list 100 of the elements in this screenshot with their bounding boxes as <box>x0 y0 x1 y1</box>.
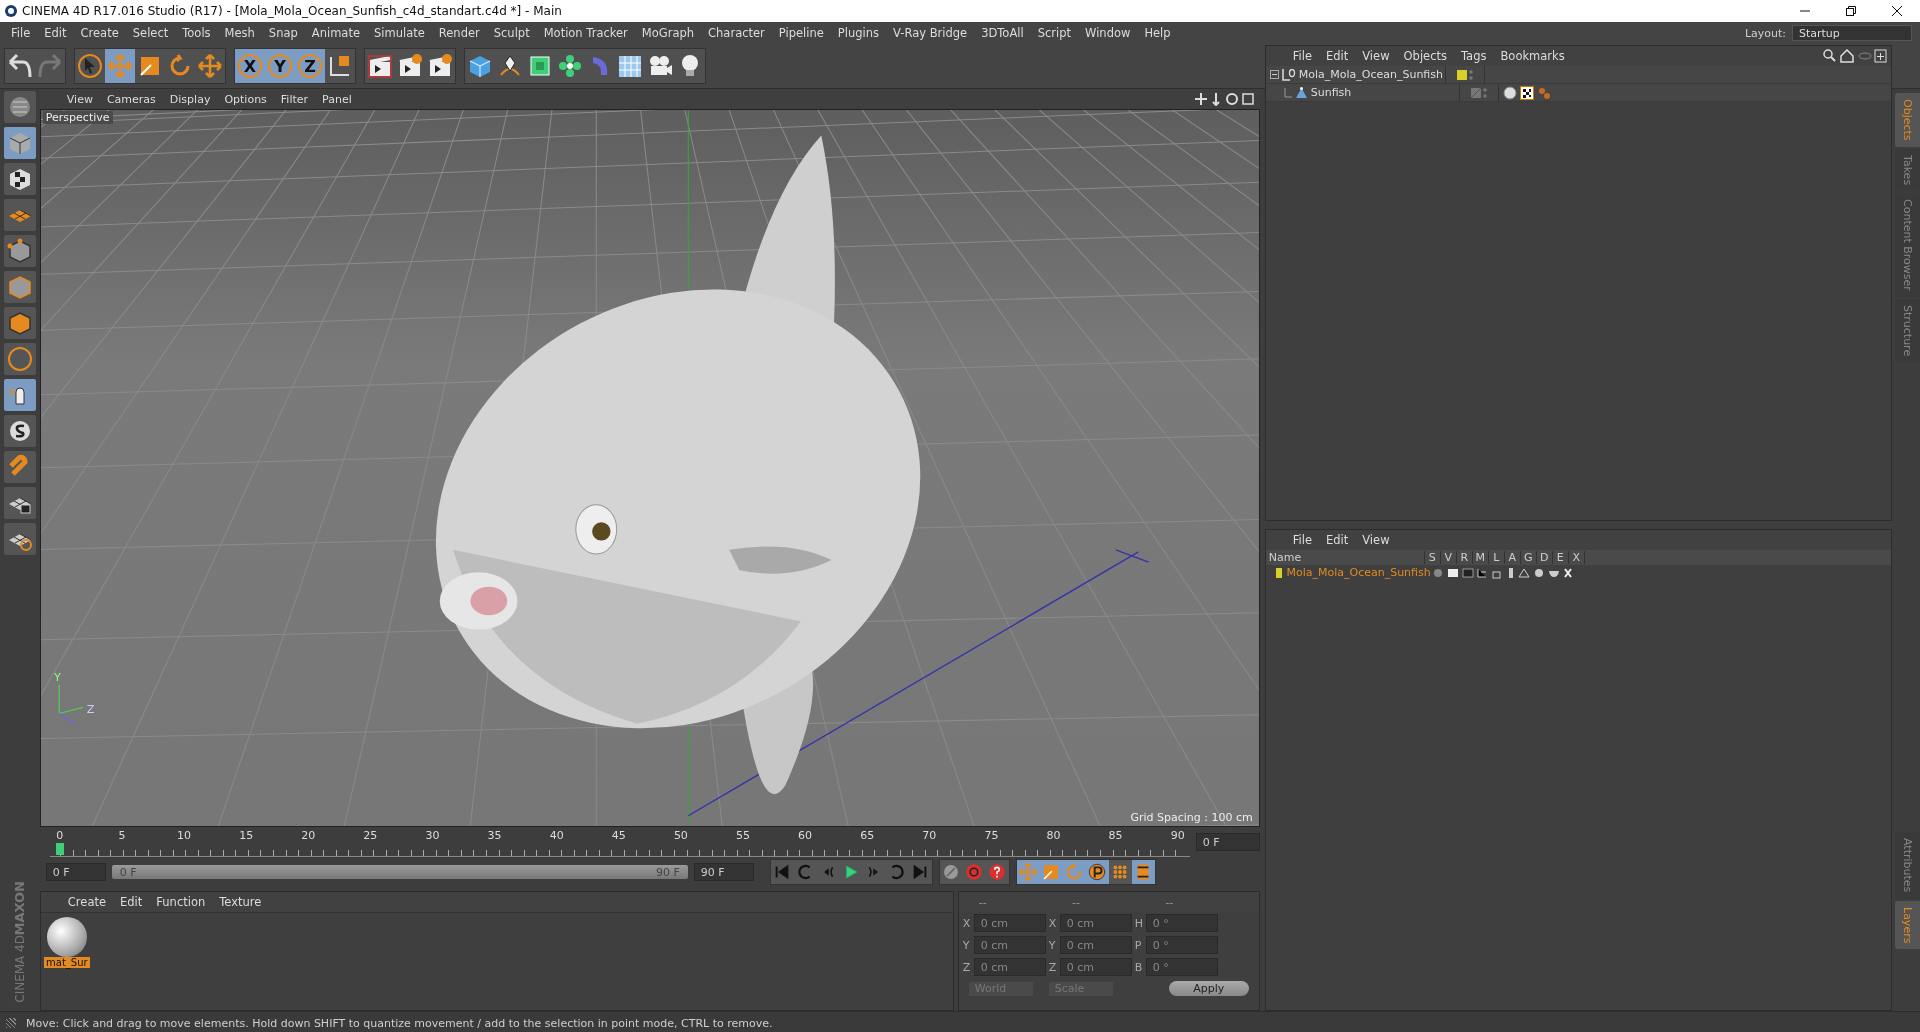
menu-item[interactable]: Snap <box>261 26 305 40</box>
coordinate-header: -- <box>1072 895 1081 909</box>
dots-tag-icon[interactable] <box>1536 85 1551 100</box>
object-menu-item[interactable]: Bookmarks <box>1493 49 1572 63</box>
layout-dropdown[interactable]: Startup <box>1792 25 1912 41</box>
size-field[interactable]: 0 cm <box>1059 914 1132 932</box>
axis-label: X <box>962 916 971 930</box>
menu-item[interactable]: V-Ray Bridge <box>886 26 975 40</box>
column-header: A <box>1504 551 1521 564</box>
frame-label: 65 <box>860 829 875 842</box>
edges-icon <box>6 274 33 300</box>
frame-label: 45 <box>611 829 626 842</box>
object-menu-item[interactable]: View <box>1355 49 1397 63</box>
menu-item[interactable]: Mesh <box>217 26 262 40</box>
size-field[interactable]: 0 cm <box>1059 936 1132 954</box>
manager-tools-icon[interactable] <box>1823 49 1888 63</box>
menu-item[interactable]: File <box>4 26 38 40</box>
menu-item[interactable]: Plugins <box>830 26 887 40</box>
object-name[interactable]: Mola_Mola_Ocean_Sunfish <box>1298 68 1443 81</box>
visibility-dots-icon[interactable] <box>1482 87 1487 98</box>
position-field[interactable]: 0 cm <box>973 914 1046 932</box>
object-menu-item[interactable]: Tags <box>1454 49 1494 63</box>
visibility-dots-icon[interactable] <box>1468 69 1473 80</box>
viewport-menu-item[interactable]: Cameras <box>99 92 163 106</box>
menu-item[interactable]: Tools <box>175 26 218 40</box>
rotation-field[interactable]: 0 ° <box>1145 958 1218 976</box>
menu-item[interactable]: Help <box>1137 26 1178 40</box>
collapse-icon[interactable] <box>1269 70 1279 79</box>
apply-button[interactable]: Apply <box>1168 981 1249 996</box>
object-menu-item[interactable]: File <box>1285 49 1319 63</box>
3d-viewport[interactable]: Perspective Y Z Grid Spacing : 100 cm <box>39 109 1260 827</box>
menu-item[interactable]: Animate <box>304 26 367 40</box>
column-header: L <box>1488 551 1505 564</box>
current-frame-field[interactable]: 0 F <box>1195 833 1260 851</box>
subdivide-icon <box>527 53 553 79</box>
sunfish-drawing[interactable] <box>435 135 920 795</box>
object-name[interactable]: Sunfish <box>1310 86 1352 99</box>
playhead[interactable] <box>55 843 64 855</box>
points-button[interactable] <box>3 235 36 267</box>
object-menu-item[interactable]: Edit <box>1318 49 1356 63</box>
timeline-button[interactable] <box>1131 860 1155 884</box>
frame-label: 35 <box>487 829 502 842</box>
model-button[interactable] <box>3 127 36 159</box>
grid-button[interactable] <box>3 523 36 555</box>
texture-button[interactable] <box>3 163 36 195</box>
viewport-menu-item[interactable]: Display <box>162 92 218 106</box>
viewport-menu-item[interactable]: Panel <box>315 92 359 106</box>
material-menu-item[interactable]: Create <box>60 895 114 909</box>
axis-button[interactable] <box>3 343 36 375</box>
layer-menu-item[interactable]: Edit <box>1318 533 1356 547</box>
viewport-menu-item[interactable]: Filter <box>273 92 316 106</box>
param-button[interactable] <box>1085 860 1109 884</box>
autokey-icon <box>964 862 985 882</box>
menu-item[interactable]: Pipeline <box>771 26 831 40</box>
menu-item[interactable]: Window <box>1078 26 1138 40</box>
position-field[interactable]: 0 cm <box>973 958 1046 976</box>
pos-button[interactable] <box>1016 860 1040 884</box>
object-menu-item[interactable]: Objects <box>1396 49 1454 63</box>
polygons-button[interactable] <box>3 307 36 339</box>
menu-item[interactable]: Select <box>125 26 176 40</box>
menu-item[interactable]: Character <box>701 26 772 40</box>
menu-item[interactable]: Script <box>1030 26 1079 40</box>
tweak-button[interactable] <box>3 379 36 411</box>
menu-item[interactable]: Edit <box>37 26 74 40</box>
material-menu-item[interactable]: Texture <box>212 895 269 909</box>
rotation-field[interactable]: 0 ° <box>1145 914 1218 932</box>
start-frame-field[interactable]: 0 F <box>45 863 106 881</box>
lock-button[interactable] <box>3 487 36 519</box>
menu-item[interactable]: MoGraph <box>634 26 702 40</box>
viewport-menu-item[interactable]: Options <box>217 92 274 106</box>
magnet-button[interactable] <box>3 451 36 483</box>
workplane-button[interactable] <box>3 199 36 231</box>
rotation-field[interactable]: 0 ° <box>1145 936 1218 954</box>
layer-menu-item[interactable]: View <box>1355 533 1397 547</box>
snap-button[interactable] <box>3 415 36 447</box>
edges-button[interactable] <box>3 271 36 303</box>
menu-item[interactable]: 3DToAll <box>974 26 1031 40</box>
column-header: E <box>1552 551 1569 564</box>
position-field[interactable]: 0 cm <box>973 936 1046 954</box>
select-icon <box>77 53 103 79</box>
viewport-menu-item[interactable]: View <box>59 92 100 106</box>
material-tag-icon[interactable] <box>1502 85 1517 100</box>
menu-item[interactable]: Motion Tracker <box>536 26 635 40</box>
viewport-navigation-icon[interactable] <box>1193 92 1254 106</box>
material-menu-item[interactable]: Function <box>149 895 213 909</box>
menu-item[interactable]: Simulate <box>367 26 432 40</box>
timeline-ruler[interactable]: 0 5 10 15 20 25 30 35 40 45 50 55 60 65 70 75 80 85 90 <box>49 828 1190 857</box>
menu-item[interactable]: Sculpt <box>486 26 537 40</box>
menu-item[interactable]: Create <box>73 26 126 40</box>
size-field[interactable]: 0 cm <box>1059 958 1132 976</box>
menu-item[interactable]: Render <box>431 26 487 40</box>
end-frame-field[interactable]: 90 F <box>693 863 754 881</box>
axis-label: Z <box>962 960 971 974</box>
frame-label: 60 <box>798 829 813 842</box>
layer-menu-item[interactable]: File <box>1285 533 1319 547</box>
material-menu-item[interactable]: Edit <box>113 895 150 909</box>
layer-name[interactable]: Mola_Mola_Ocean_Sunfish <box>1265 566 1431 579</box>
layout-label: Layout: <box>1744 26 1786 40</box>
checker-tag-icon[interactable] <box>1519 85 1534 100</box>
editable-button[interactable] <box>3 91 36 123</box>
